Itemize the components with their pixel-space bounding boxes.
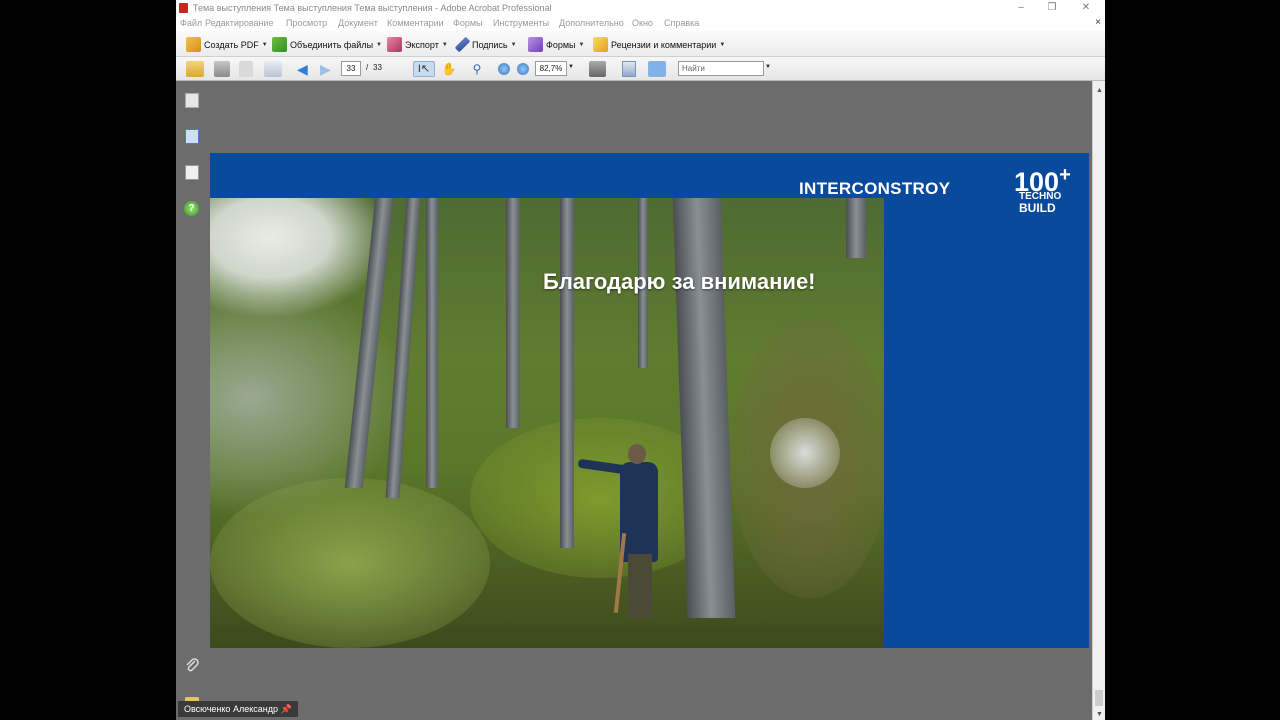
export-button[interactable]: Экспорт ▼ xyxy=(387,36,448,53)
tree-trunk xyxy=(846,198,866,258)
forms-icon xyxy=(528,37,543,52)
dropdown-arrow-icon: ▼ xyxy=(510,41,517,48)
create-pdf-label: Создать PDF xyxy=(204,39,259,50)
print-icon[interactable] xyxy=(214,61,230,77)
find-dropdown-arrow-icon[interactable]: ▼ xyxy=(765,64,771,80)
tree-trunk xyxy=(560,198,574,548)
scrollbar-thumb[interactable] xyxy=(1095,690,1103,706)
next-page-icon[interactable]: ▶ xyxy=(320,61,335,77)
navigation-toolbar: ◀ ▶ 33 / 33 I↖ ✋ ⚲ 82,7% ▼ Найти ▼ xyxy=(176,57,1105,81)
page-separator: / xyxy=(366,63,369,72)
window-title: Тема выступления Тема выступления Тема в… xyxy=(193,3,552,13)
pdf-slide-page: INTERCONSTROY 100+ TECHNO BUILD Благодар… xyxy=(210,153,1089,648)
attachments-paperclip-icon[interactable] xyxy=(184,657,200,673)
menu-document[interactable]: Документ xyxy=(338,18,378,28)
dropdown-arrow-icon: ▼ xyxy=(719,41,726,48)
navigation-panel: ? xyxy=(176,81,208,720)
help-icon[interactable]: ? xyxy=(184,201,199,216)
marquee-zoom-icon[interactable]: ⚲ xyxy=(469,61,485,77)
close-document-button[interactable]: × xyxy=(1095,17,1101,28)
menu-advanced[interactable]: Дополнительно xyxy=(559,18,624,28)
vertical-scrollbar[interactable]: ▲ ▼ xyxy=(1092,81,1105,720)
combine-files-button[interactable]: Объединить файлы ▼ xyxy=(272,36,382,53)
title-bar: Тема выступления Тема выступления Тема в… xyxy=(176,0,1105,17)
total-pages: 33 xyxy=(373,63,382,72)
menu-view[interactable]: Просмотр xyxy=(286,18,327,28)
dropdown-arrow-icon: ▼ xyxy=(376,41,382,48)
combine-files-label: Объединить файлы xyxy=(290,39,374,50)
page-number-input[interactable]: 33 xyxy=(341,61,361,76)
restore-button[interactable]: ❐ xyxy=(1039,1,1065,15)
fit-page-icon[interactable] xyxy=(648,61,666,77)
task-toolbar: Создать PDF ▼ Объединить файлы ▼ Экспорт ▼ … xyxy=(176,31,1105,57)
snapshot-tool-icon[interactable] xyxy=(589,61,606,77)
acrobat-app-icon xyxy=(179,3,188,13)
zoom-level-input[interactable]: 82,7% xyxy=(535,61,567,76)
slide-heading: Благодарю за внимание! xyxy=(543,269,816,294)
lichen-rock xyxy=(770,418,840,488)
interconstroy-logo-text: INTERCONSTROY xyxy=(799,179,951,198)
menu-help[interactable]: Справка xyxy=(664,18,699,28)
create-pdf-button[interactable]: Создать PDF ▼ xyxy=(186,36,268,53)
logo-build-text: BUILD xyxy=(1019,201,1056,215)
pages-panel-icon[interactable] xyxy=(185,93,199,108)
review-comment-icon xyxy=(593,37,608,52)
menu-forms[interactable]: Формы xyxy=(453,18,483,28)
menu-window[interactable]: Окно xyxy=(632,18,653,28)
presenter-name-badge: Овсюченко Александр 📌 xyxy=(178,701,298,717)
scroll-up-icon[interactable]: ▲ xyxy=(1096,87,1103,94)
menu-edit[interactable]: Редактирование xyxy=(205,18,274,28)
export-label: Экспорт xyxy=(405,39,439,50)
zoom-dropdown-arrow-icon[interactable]: ▼ xyxy=(568,64,574,80)
pen-icon xyxy=(454,36,471,53)
find-input[interactable]: Найти xyxy=(678,61,764,76)
email-icon[interactable] xyxy=(264,61,282,77)
person-jacket xyxy=(620,462,658,562)
presenter-name: Овсюченко Александр xyxy=(184,704,278,714)
open-folder-icon[interactable] xyxy=(186,61,204,77)
review-comment-button[interactable]: Рецензии и комментарии ▼ xyxy=(593,36,725,53)
tree-trunk xyxy=(426,198,438,488)
sign-label: Подпись xyxy=(472,39,508,50)
dropdown-arrow-icon: ▼ xyxy=(441,41,448,48)
bookmarks-panel-icon[interactable] xyxy=(185,129,199,144)
menu-comments[interactable]: Комментарии xyxy=(387,18,444,28)
forest-photo: Благодарю за внимание! xyxy=(210,198,884,648)
hand-tool-icon[interactable]: ✋ xyxy=(441,61,457,77)
close-button[interactable]: ✕ xyxy=(1073,1,1099,15)
menu-bar: Файл Редактирование Просмотр Документ Ко… xyxy=(176,17,1105,31)
minimize-button[interactable]: – xyxy=(1008,1,1034,15)
combine-files-icon xyxy=(272,37,287,52)
dropdown-arrow-icon: ▼ xyxy=(578,41,585,48)
dropdown-arrow-icon: ▼ xyxy=(261,41,268,48)
zoom-out-icon[interactable] xyxy=(498,63,510,75)
pin-icon[interactable]: 📌 xyxy=(281,704,292,714)
techno-build-logo: 100+ xyxy=(1014,163,1071,196)
menu-tools[interactable]: Инструменты xyxy=(493,18,549,28)
tree-trunk xyxy=(344,198,394,488)
signatures-panel-icon[interactable] xyxy=(185,165,199,180)
review-comment-label: Рецензии и комментарии xyxy=(611,39,717,50)
logo-plus: + xyxy=(1059,164,1071,186)
person-head xyxy=(628,444,646,464)
forms-label: Формы xyxy=(546,39,576,50)
slide-header-bar xyxy=(210,153,1089,198)
zoom-in-icon[interactable] xyxy=(517,63,529,75)
forms-button[interactable]: Формы ▼ xyxy=(528,36,584,53)
previous-page-icon[interactable]: ◀ xyxy=(297,61,312,77)
create-pdf-icon xyxy=(186,37,201,52)
grass-patch xyxy=(210,478,490,648)
tree-trunk xyxy=(506,198,520,428)
scroll-down-icon[interactable]: ▼ xyxy=(1096,711,1103,718)
tree-trunk xyxy=(385,198,421,498)
sign-button[interactable]: Подпись ▼ xyxy=(454,36,517,53)
single-page-view-icon[interactable] xyxy=(622,61,636,77)
export-icon xyxy=(387,37,402,52)
menu-file[interactable]: Файл xyxy=(180,18,202,28)
person-legs xyxy=(628,554,652,618)
select-text-tool-icon[interactable]: I↖ xyxy=(413,61,435,77)
save-icon[interactable] xyxy=(239,61,253,77)
